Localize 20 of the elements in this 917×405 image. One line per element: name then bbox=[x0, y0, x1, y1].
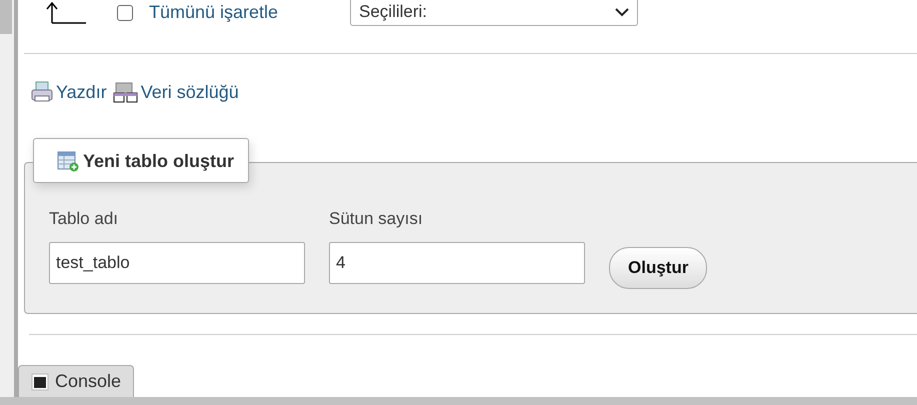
field-label: Tablo adı bbox=[49, 209, 119, 229]
input-field[interactable]: test_tablo bbox=[49, 242, 305, 284]
scrollbar-thumb[interactable] bbox=[0, 0, 12, 34]
table-icon bbox=[112, 81, 139, 103]
input-field[interactable]: 4 bbox=[329, 242, 585, 284]
console-tab[interactable]: Console bbox=[18, 365, 134, 397]
terminal-icon bbox=[31, 372, 49, 391]
chevron-down-icon bbox=[615, 7, 629, 17]
checkbox[interactable] bbox=[117, 4, 133, 20]
panel-legend: Yeni tablo oluştur bbox=[33, 138, 250, 183]
data-dictionary-link[interactable]: Veri sözlüğü bbox=[112, 81, 239, 103]
arrow-up-icon bbox=[45, 2, 87, 24]
field-label: Sütun sayısı bbox=[329, 209, 424, 229]
print-link[interactable]: Yazdır bbox=[30, 80, 107, 104]
table-add-icon bbox=[56, 150, 80, 172]
horizontal-scrollbar[interactable] bbox=[0, 397, 917, 405]
create-button[interactable]: Oluştur bbox=[609, 247, 708, 290]
bulk-action-select[interactable]: Seçilileri: bbox=[350, 0, 638, 26]
select-all-link[interactable]: Tümünü işaretle bbox=[149, 2, 278, 23]
printer-icon bbox=[30, 80, 54, 104]
